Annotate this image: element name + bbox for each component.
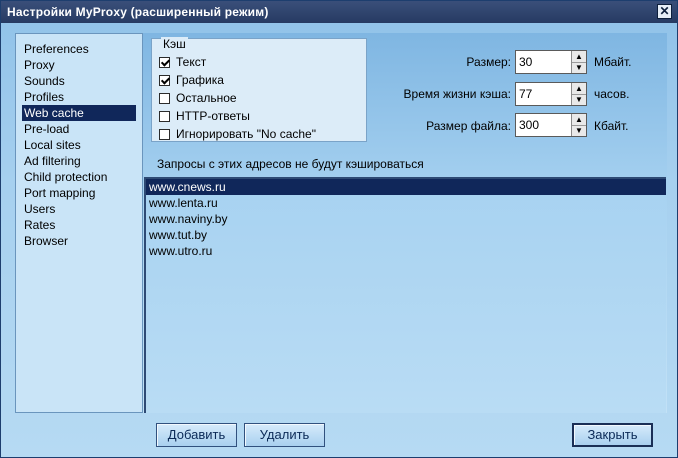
cache-ttl-stepper[interactable]: 77 ▲ ▼ xyxy=(515,82,587,106)
excluded-urls-list[interactable]: www.cnews.ru www.lenta.ru www.naviny.by … xyxy=(144,177,666,413)
cache-ttl-label: Время жизни кэша: xyxy=(403,87,511,101)
sidebar-item-browser[interactable]: Browser xyxy=(22,233,142,249)
ignore-no-cache-checkbox[interactable] xyxy=(159,128,170,140)
list-item[interactable]: www.naviny.by xyxy=(146,211,666,227)
close-icon: ✕ xyxy=(659,4,670,18)
cache-http-responses-option[interactable]: HTTP-ответы xyxy=(159,108,250,124)
sidebar-item-port-mapping[interactable]: Port mapping xyxy=(22,185,142,201)
file-size-label: Размер файла: xyxy=(426,119,511,133)
list-item[interactable]: www.cnews.ru xyxy=(146,179,666,195)
sidebar-item-proxy[interactable]: Proxy xyxy=(22,57,142,73)
cache-text-option[interactable]: Текст xyxy=(159,54,206,70)
file-size-stepper[interactable]: 300 ▲ ▼ xyxy=(515,113,587,137)
cache-text-label: Текст xyxy=(176,55,207,69)
ignore-no-cache-option[interactable]: Игнорировать "No cache" xyxy=(159,126,316,142)
arrow-down-icon[interactable]: ▼ xyxy=(572,125,586,136)
settings-sidebar: Preferences Proxy Sounds Profiles Web ca… xyxy=(15,33,143,413)
list-item[interactable]: www.lenta.ru xyxy=(146,195,666,211)
sidebar-item-preferences[interactable]: Preferences xyxy=(22,41,142,57)
cache-other-option[interactable]: Остальное xyxy=(159,90,237,106)
close-button[interactable]: Закрыть xyxy=(572,423,653,447)
window-title: Настройки MyProxy (расширенный режим) xyxy=(7,5,269,19)
add-button[interactable]: Добавить xyxy=(156,423,237,447)
sidebar-item-local-sites[interactable]: Local sites xyxy=(22,137,142,153)
sidebar-item-pre-load[interactable]: Pre-load xyxy=(22,121,142,137)
list-item[interactable]: www.tut.by xyxy=(146,227,666,243)
sidebar-item-users[interactable]: Users xyxy=(22,201,142,217)
sidebar-item-web-cache[interactable]: Web cache xyxy=(22,105,136,121)
cache-text-checkbox[interactable] xyxy=(159,56,170,68)
ignore-no-cache-label: Игнорировать "No cache" xyxy=(176,127,316,141)
sidebar-item-ad-filtering[interactable]: Ad filtering xyxy=(22,153,142,169)
cache-ttl-unit: часов. xyxy=(594,87,630,101)
exclusion-list-caption: Запросы с этих адресов не будут кэширова… xyxy=(157,157,424,171)
close-window-button[interactable]: ✕ xyxy=(657,4,672,19)
arrow-down-icon[interactable]: ▼ xyxy=(572,94,586,105)
file-size-unit: Кбайт. xyxy=(594,119,629,133)
cache-size-unit: Мбайт. xyxy=(594,55,632,69)
settings-window: Настройки MyProxy (расширенный режим) ✕ … xyxy=(0,0,678,458)
cache-ttl-value[interactable]: 77 xyxy=(519,87,532,101)
cache-graphics-option[interactable]: Графика xyxy=(159,72,224,88)
cache-size-stepper[interactable]: 30 ▲ ▼ xyxy=(515,50,587,74)
web-cache-panel: Кэш Текст Графика Остальное HTTP-ответы … xyxy=(143,33,667,413)
cache-options-group: Кэш Текст Графика Остальное HTTP-ответы … xyxy=(151,37,367,142)
list-item[interactable]: www.utro.ru xyxy=(146,243,666,259)
cache-size-label: Размер: xyxy=(466,55,511,69)
title-bar[interactable]: Настройки MyProxy (расширенный режим) ✕ xyxy=(1,1,677,23)
cache-other-label: Остальное xyxy=(176,91,237,105)
sidebar-item-sounds[interactable]: Sounds xyxy=(22,73,142,89)
remove-button[interactable]: Удалить xyxy=(244,423,325,447)
arrow-down-icon[interactable]: ▼ xyxy=(572,62,586,73)
file-size-value[interactable]: 300 xyxy=(519,118,539,132)
cache-http-responses-label: HTTP-ответы xyxy=(176,109,250,123)
cache-other-checkbox[interactable] xyxy=(159,92,170,104)
cache-group-legend: Кэш xyxy=(161,37,188,51)
cache-http-responses-checkbox[interactable] xyxy=(159,110,170,122)
sidebar-item-profiles[interactable]: Profiles xyxy=(22,89,142,105)
cache-graphics-checkbox[interactable] xyxy=(159,74,170,86)
sidebar-item-rates[interactable]: Rates xyxy=(22,217,142,233)
sidebar-item-child-protection[interactable]: Child protection xyxy=(22,169,142,185)
cache-size-value[interactable]: 30 xyxy=(519,55,532,69)
cache-graphics-label: Графика xyxy=(176,73,224,87)
